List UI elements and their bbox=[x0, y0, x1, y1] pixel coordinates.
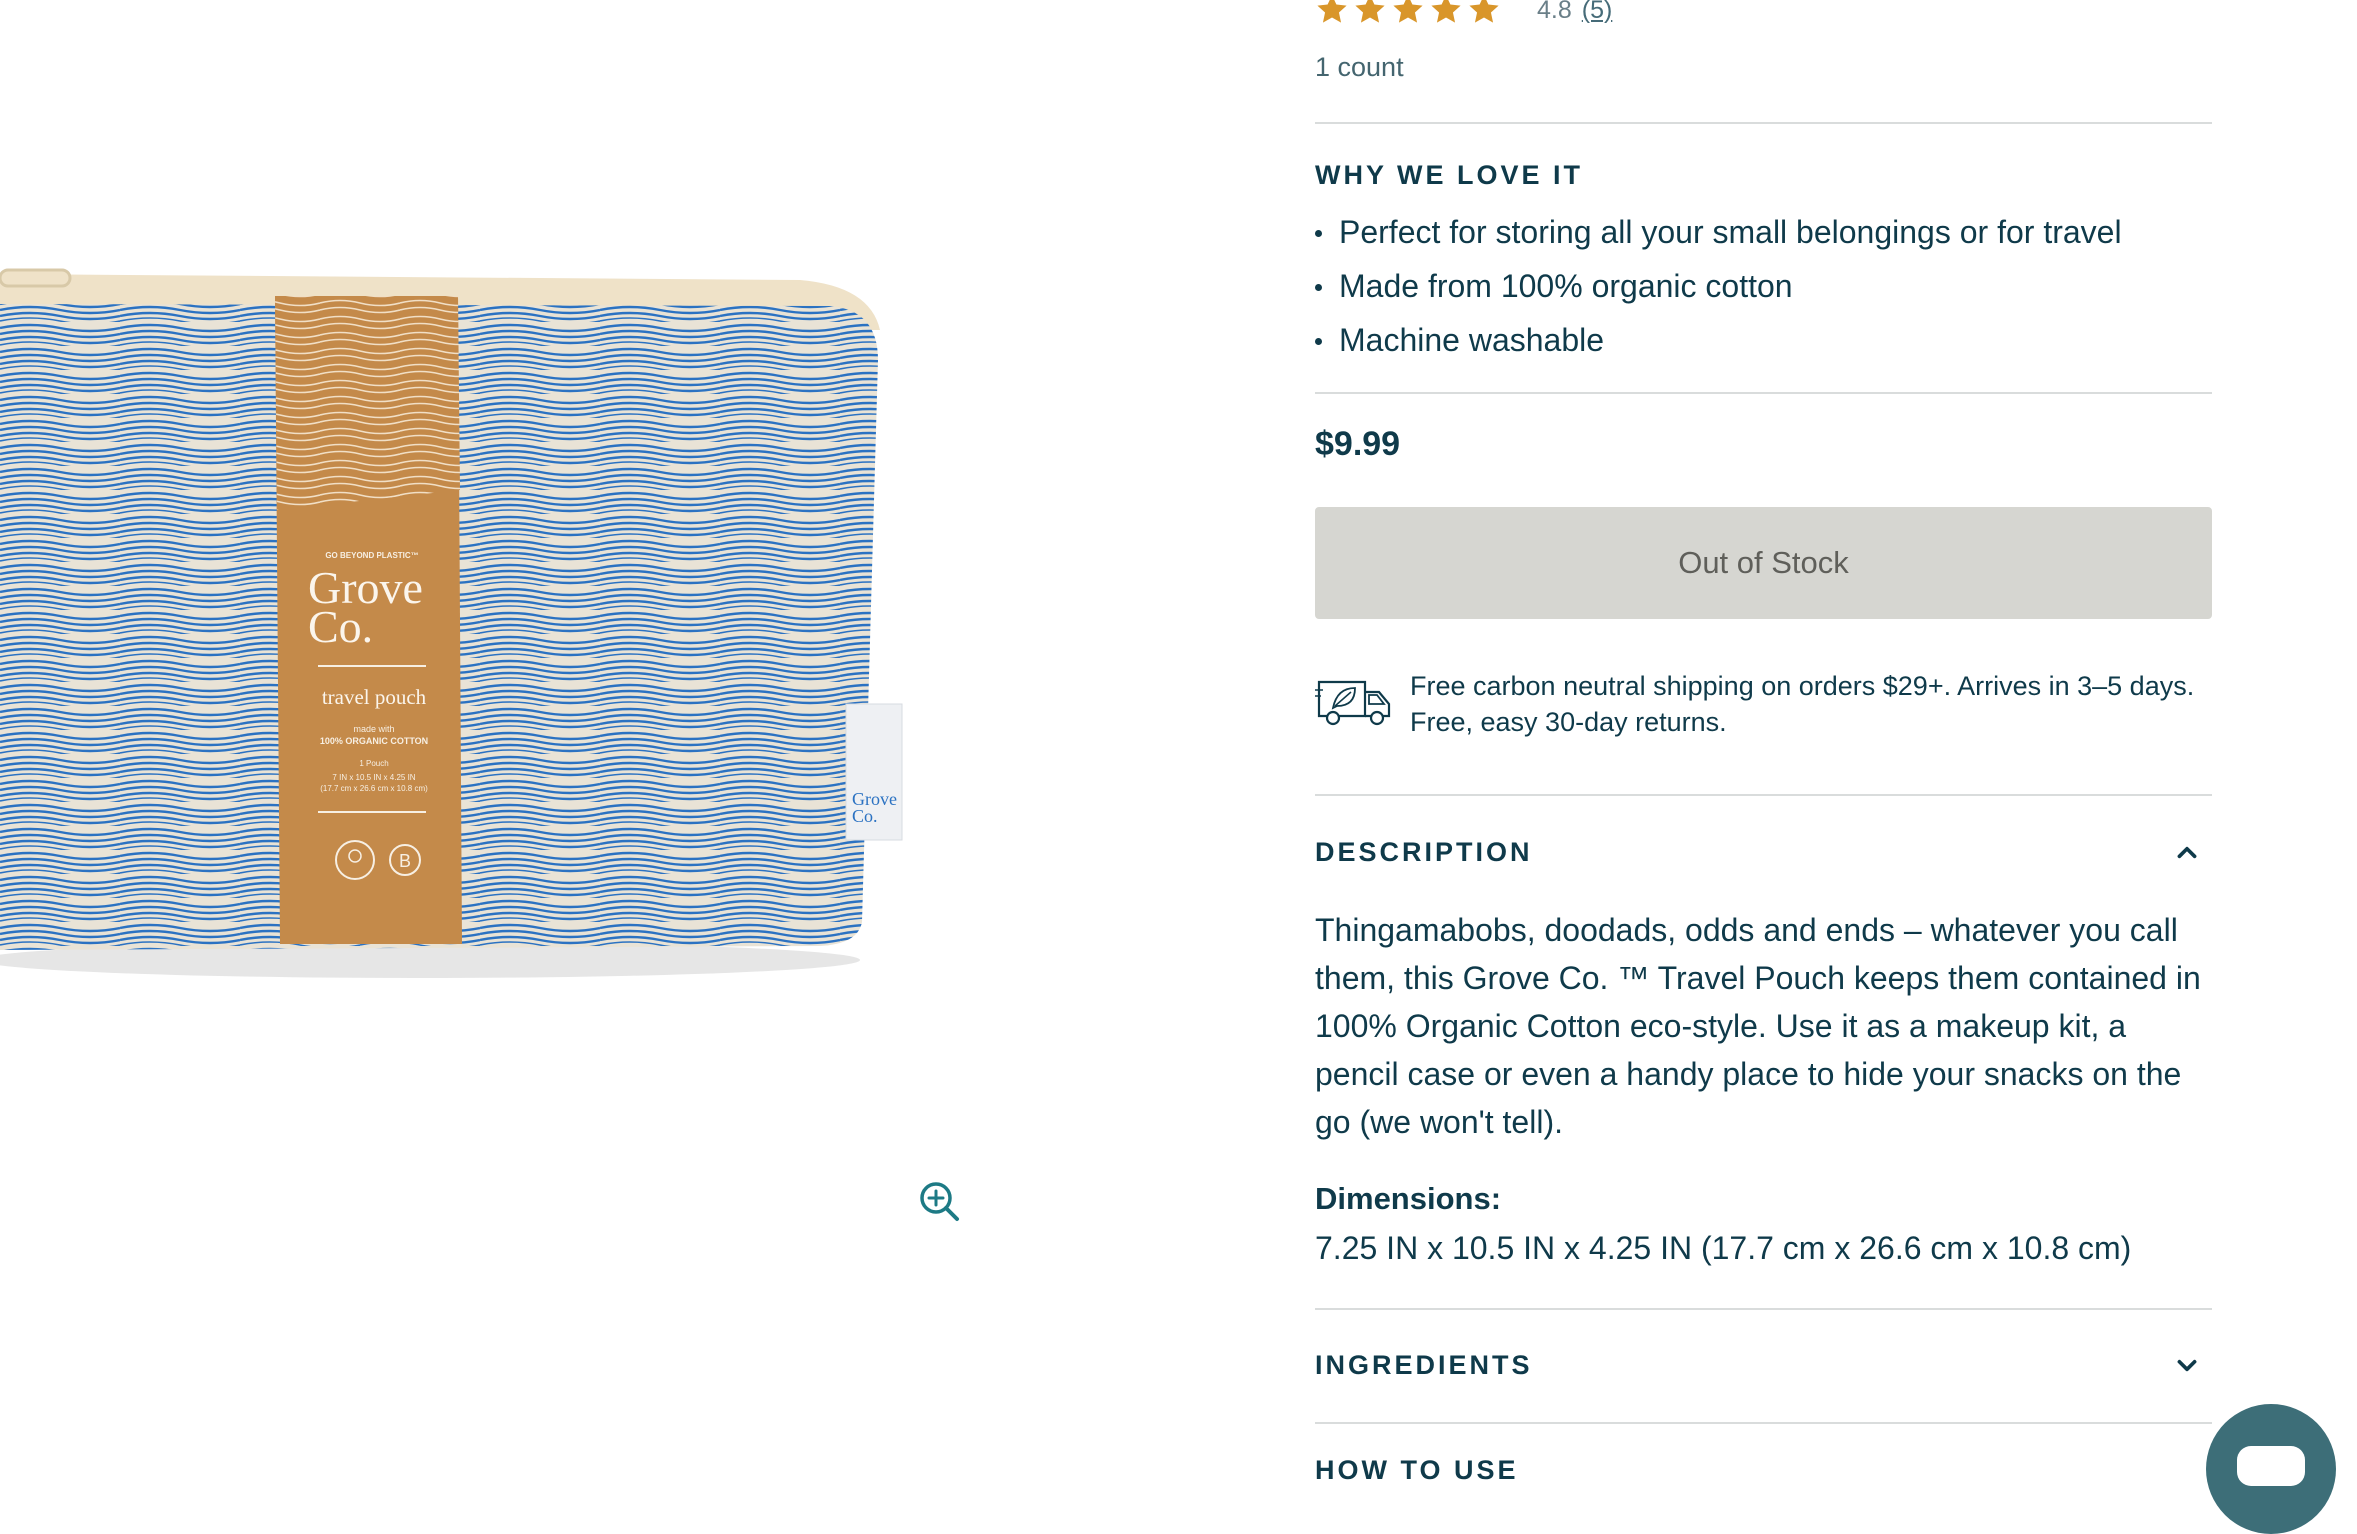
feature-item: Made from 100% organic cotton bbox=[1315, 259, 2122, 313]
divider bbox=[1315, 1422, 2212, 1424]
chevron-up-icon bbox=[2177, 846, 2197, 859]
star-icon bbox=[1317, 0, 1347, 23]
rating-value: 4.8 bbox=[1537, 0, 1572, 24]
dimensions-label: Dimensions: bbox=[1315, 1181, 1502, 1216]
star-icon bbox=[1393, 0, 1423, 23]
zoom-in-icon bbox=[920, 1182, 959, 1221]
shipping-info: Free carbon neutral shipping on orders $… bbox=[1410, 671, 2195, 737]
dimensions-value: 7.25 IN x 10.5 IN x 4.25 IN (17.7 cm x 2… bbox=[1315, 1230, 2132, 1266]
divider bbox=[1315, 1308, 2212, 1310]
label-made-with-2: 100% ORGANIC COTTON bbox=[320, 736, 428, 746]
label-size-2: (17.7 cm x 26.6 cm x 10.8 cm) bbox=[320, 784, 428, 793]
chat-icon bbox=[2237, 1446, 2305, 1486]
tag-brand-2: Co. bbox=[852, 806, 878, 826]
product-count: 1 count bbox=[1315, 52, 1404, 82]
product-image-gallery: Grove Co. GO BEYOND PLASTIC™ Grove Co. t… bbox=[0, 0, 1000, 1473]
chevron-down-icon bbox=[2177, 1359, 2197, 1372]
label-made-with-1: made with bbox=[353, 724, 394, 734]
accordion-how-to-use-title[interactable]: HOW TO USE bbox=[1315, 1455, 1519, 1486]
accordion-ingredients-header[interactable]: INGREDIENTS bbox=[1315, 1335, 2212, 1395]
delivery-truck-icon bbox=[1315, 680, 1391, 726]
accordion-ingredients-title: INGREDIENTS bbox=[1315, 1349, 1533, 1380]
product-image: Grove Co. GO BEYOND PLASTIC™ Grove Co. t… bbox=[0, 268, 903, 978]
accordion-description-header[interactable]: DESCRIPTION bbox=[1315, 822, 2212, 882]
star-rating bbox=[1315, 0, 1501, 27]
label-qty: 1 Pouch bbox=[359, 759, 388, 768]
price: $9.99 bbox=[1315, 425, 1401, 463]
divider bbox=[1315, 794, 2212, 796]
feature-item: Machine washable bbox=[1315, 313, 2122, 367]
star-icon bbox=[1469, 0, 1499, 23]
description-text: Thingamabobs, doodads, odds and ends – w… bbox=[1315, 912, 2201, 1140]
divider bbox=[1315, 122, 2212, 124]
zoom-button[interactable] bbox=[916, 1178, 964, 1226]
feature-item: Perfect for storing all your small belon… bbox=[1315, 205, 2122, 259]
divider bbox=[1315, 392, 2212, 394]
star-icon bbox=[1355, 0, 1385, 23]
label-brand-2: Co. bbox=[308, 601, 373, 652]
why-we-love-it-heading: WHY WE LOVE IT bbox=[1315, 160, 1584, 190]
out-of-stock-button[interactable]: Out of Stock bbox=[1315, 507, 2212, 619]
feature-list: Perfect for storing all your small belon… bbox=[1315, 205, 2122, 367]
accordion-description-title: DESCRIPTION bbox=[1315, 836, 1533, 867]
star-icon bbox=[1431, 0, 1461, 23]
svg-text:B: B bbox=[399, 851, 411, 871]
label-tagline: GO BEYOND PLASTIC™ bbox=[325, 551, 418, 560]
chat-button[interactable] bbox=[2206, 1404, 2336, 1534]
label-product-name: travel pouch bbox=[322, 685, 427, 709]
review-count-link[interactable]: (5) bbox=[1582, 0, 1613, 25]
rating-row: 4.8 (5) bbox=[1315, 0, 1612, 30]
label-size-1: 7 IN x 10.5 IN x 4.25 IN bbox=[332, 773, 415, 782]
